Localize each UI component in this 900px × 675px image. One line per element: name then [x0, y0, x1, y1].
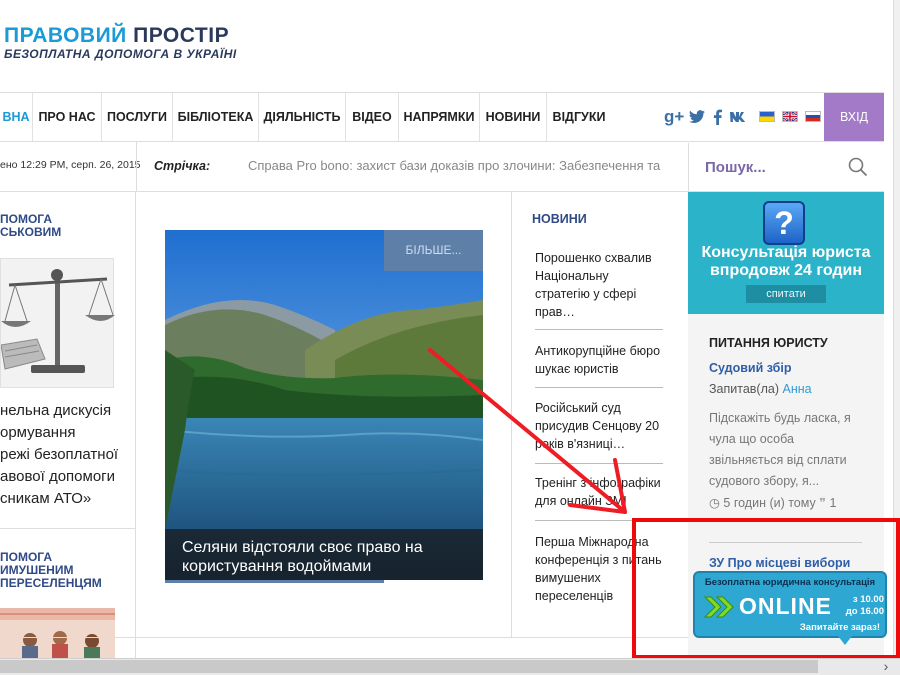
login-button[interactable]: ВХІД	[824, 93, 884, 141]
consultation-banner[interactable]: ? Консультація юриста впродовж 24 годин …	[688, 192, 884, 314]
vk-icon[interactable]	[728, 93, 750, 141]
news-heading: НОВИНИ	[532, 212, 587, 226]
comment-icon: ❞	[819, 496, 826, 510]
scrollbar-thumb[interactable]	[0, 660, 818, 673]
nav-item-directions[interactable]: НАПРЯМКИ	[399, 93, 480, 141]
search-icon[interactable]	[847, 156, 869, 178]
content-bottom-line	[0, 637, 688, 638]
question-mark-icon: ?	[763, 201, 805, 245]
nav-item-video[interactable]: ВІДЕО	[346, 93, 399, 141]
question-title-1[interactable]: Судовий збір	[709, 361, 792, 375]
strip-divider	[136, 142, 137, 192]
online-end-time: до 16.00	[845, 606, 884, 617]
category-title-military[interactable]: ПОМОГА СЬКОВИМ	[0, 213, 61, 239]
more-button[interactable]: БІЛЬШЕ...	[384, 230, 483, 271]
category-title-displaced[interactable]: ПОМОГА ИМУШЕНИМ ПЕРЕСЕЛЕНЦЯМ	[0, 551, 102, 590]
logo-part-1: ПРАВОВИЙ	[4, 24, 127, 47]
online-consultation-widget[interactable]: Безоплатна юридична консультація ONLINE …	[693, 571, 887, 638]
question-excerpt-1[interactable]: Підскажіть будь ласка, я чула що особа з…	[709, 408, 869, 492]
nav-item-services[interactable]: ПОСЛУГИ	[102, 93, 173, 141]
nav-item-about[interactable]: ПРО НАС	[33, 93, 102, 141]
online-widget-tail	[838, 636, 852, 645]
current-date: ено 12:29 PM, серп. 26, 2015	[0, 159, 141, 171]
nav-item-library[interactable]: БІБЛІОТЕКА	[173, 93, 259, 141]
search-input[interactable]	[705, 155, 845, 179]
question-author-link[interactable]: Анна	[783, 382, 812, 396]
red-arrow-annotation	[428, 348, 627, 514]
logo-part-2: ПРОСТІР	[133, 24, 230, 47]
news-item-1[interactable]: Порошенко схвалив Національну стратегію …	[535, 249, 665, 321]
nav-item-reviews[interactable]: ВІДГУКИ	[547, 93, 611, 141]
flag-ru-icon[interactable]	[805, 111, 821, 122]
logo-subtitle: БЕЗОПЛАТНА ДОПОМОГА В УКРАЇНІ	[4, 47, 237, 61]
asked-by-label: Запитав(ла)	[709, 382, 780, 396]
main-nav: ВНА ПРО НАС ПОСЛУГИ БІБЛІОТЕКА ДІЯЛЬНІСТ…	[0, 92, 884, 142]
lawyer-questions-heading: ПИТАННЯ ЮРИСТУ	[709, 336, 828, 350]
search-box	[688, 143, 884, 191]
nav-item-news[interactable]: НОВИНИ	[480, 93, 547, 141]
left-divider	[0, 528, 136, 529]
ask-button[interactable]: спитати	[746, 285, 826, 303]
facebook-icon[interactable]	[710, 93, 724, 141]
nav-item-home[interactable]: ВНА	[0, 93, 33, 141]
ticker-label: Стрічка:	[154, 159, 211, 173]
online-widget-title: Безоплатна юридична консультація	[704, 577, 876, 588]
scroll-right-icon[interactable]: ›	[876, 658, 896, 675]
left-article-title[interactable]: нельна дискусія ормування режі безоплатн…	[0, 400, 134, 510]
question-footer-1: ◷ 5 годин (и) тому ❞ 1	[709, 495, 836, 510]
displaced-persons-image[interactable]	[0, 608, 115, 658]
caption-accent-bar	[165, 580, 384, 583]
nav-item-activity[interactable]: ДІЯЛЬНІСТЬ	[259, 93, 346, 141]
online-hours: з 10.00 до 16.00	[838, 594, 884, 618]
twitter-icon[interactable]	[688, 93, 706, 141]
google-plus-icon[interactable]: g+	[664, 93, 684, 141]
comment-count: 1	[829, 496, 837, 510]
site-logo[interactable]: ПРАВОВИЙ ПРОСТІР	[4, 24, 229, 48]
double-chevron-icon	[703, 596, 734, 618]
ticker-text[interactable]: Справа Pro bono: захист бази доказів про…	[248, 158, 678, 173]
flag-ua-icon[interactable]	[759, 111, 775, 122]
online-ask-now: Запитайте зараз!	[799, 622, 880, 633]
scales-of-justice-image[interactable]	[0, 258, 115, 388]
online-word: ONLINE	[739, 593, 832, 619]
question-time: 5 годин (и) тому	[723, 496, 816, 510]
online-start-time: з 10.00	[852, 594, 884, 605]
question-meta-1: Запитав(ла) Анна	[709, 382, 812, 396]
consultation-text: Консультація юриста впродовж 24 годин	[701, 244, 871, 279]
news-divider	[535, 329, 663, 330]
flag-uk-icon[interactable]	[782, 111, 798, 122]
clock-icon: ◷	[709, 496, 720, 510]
